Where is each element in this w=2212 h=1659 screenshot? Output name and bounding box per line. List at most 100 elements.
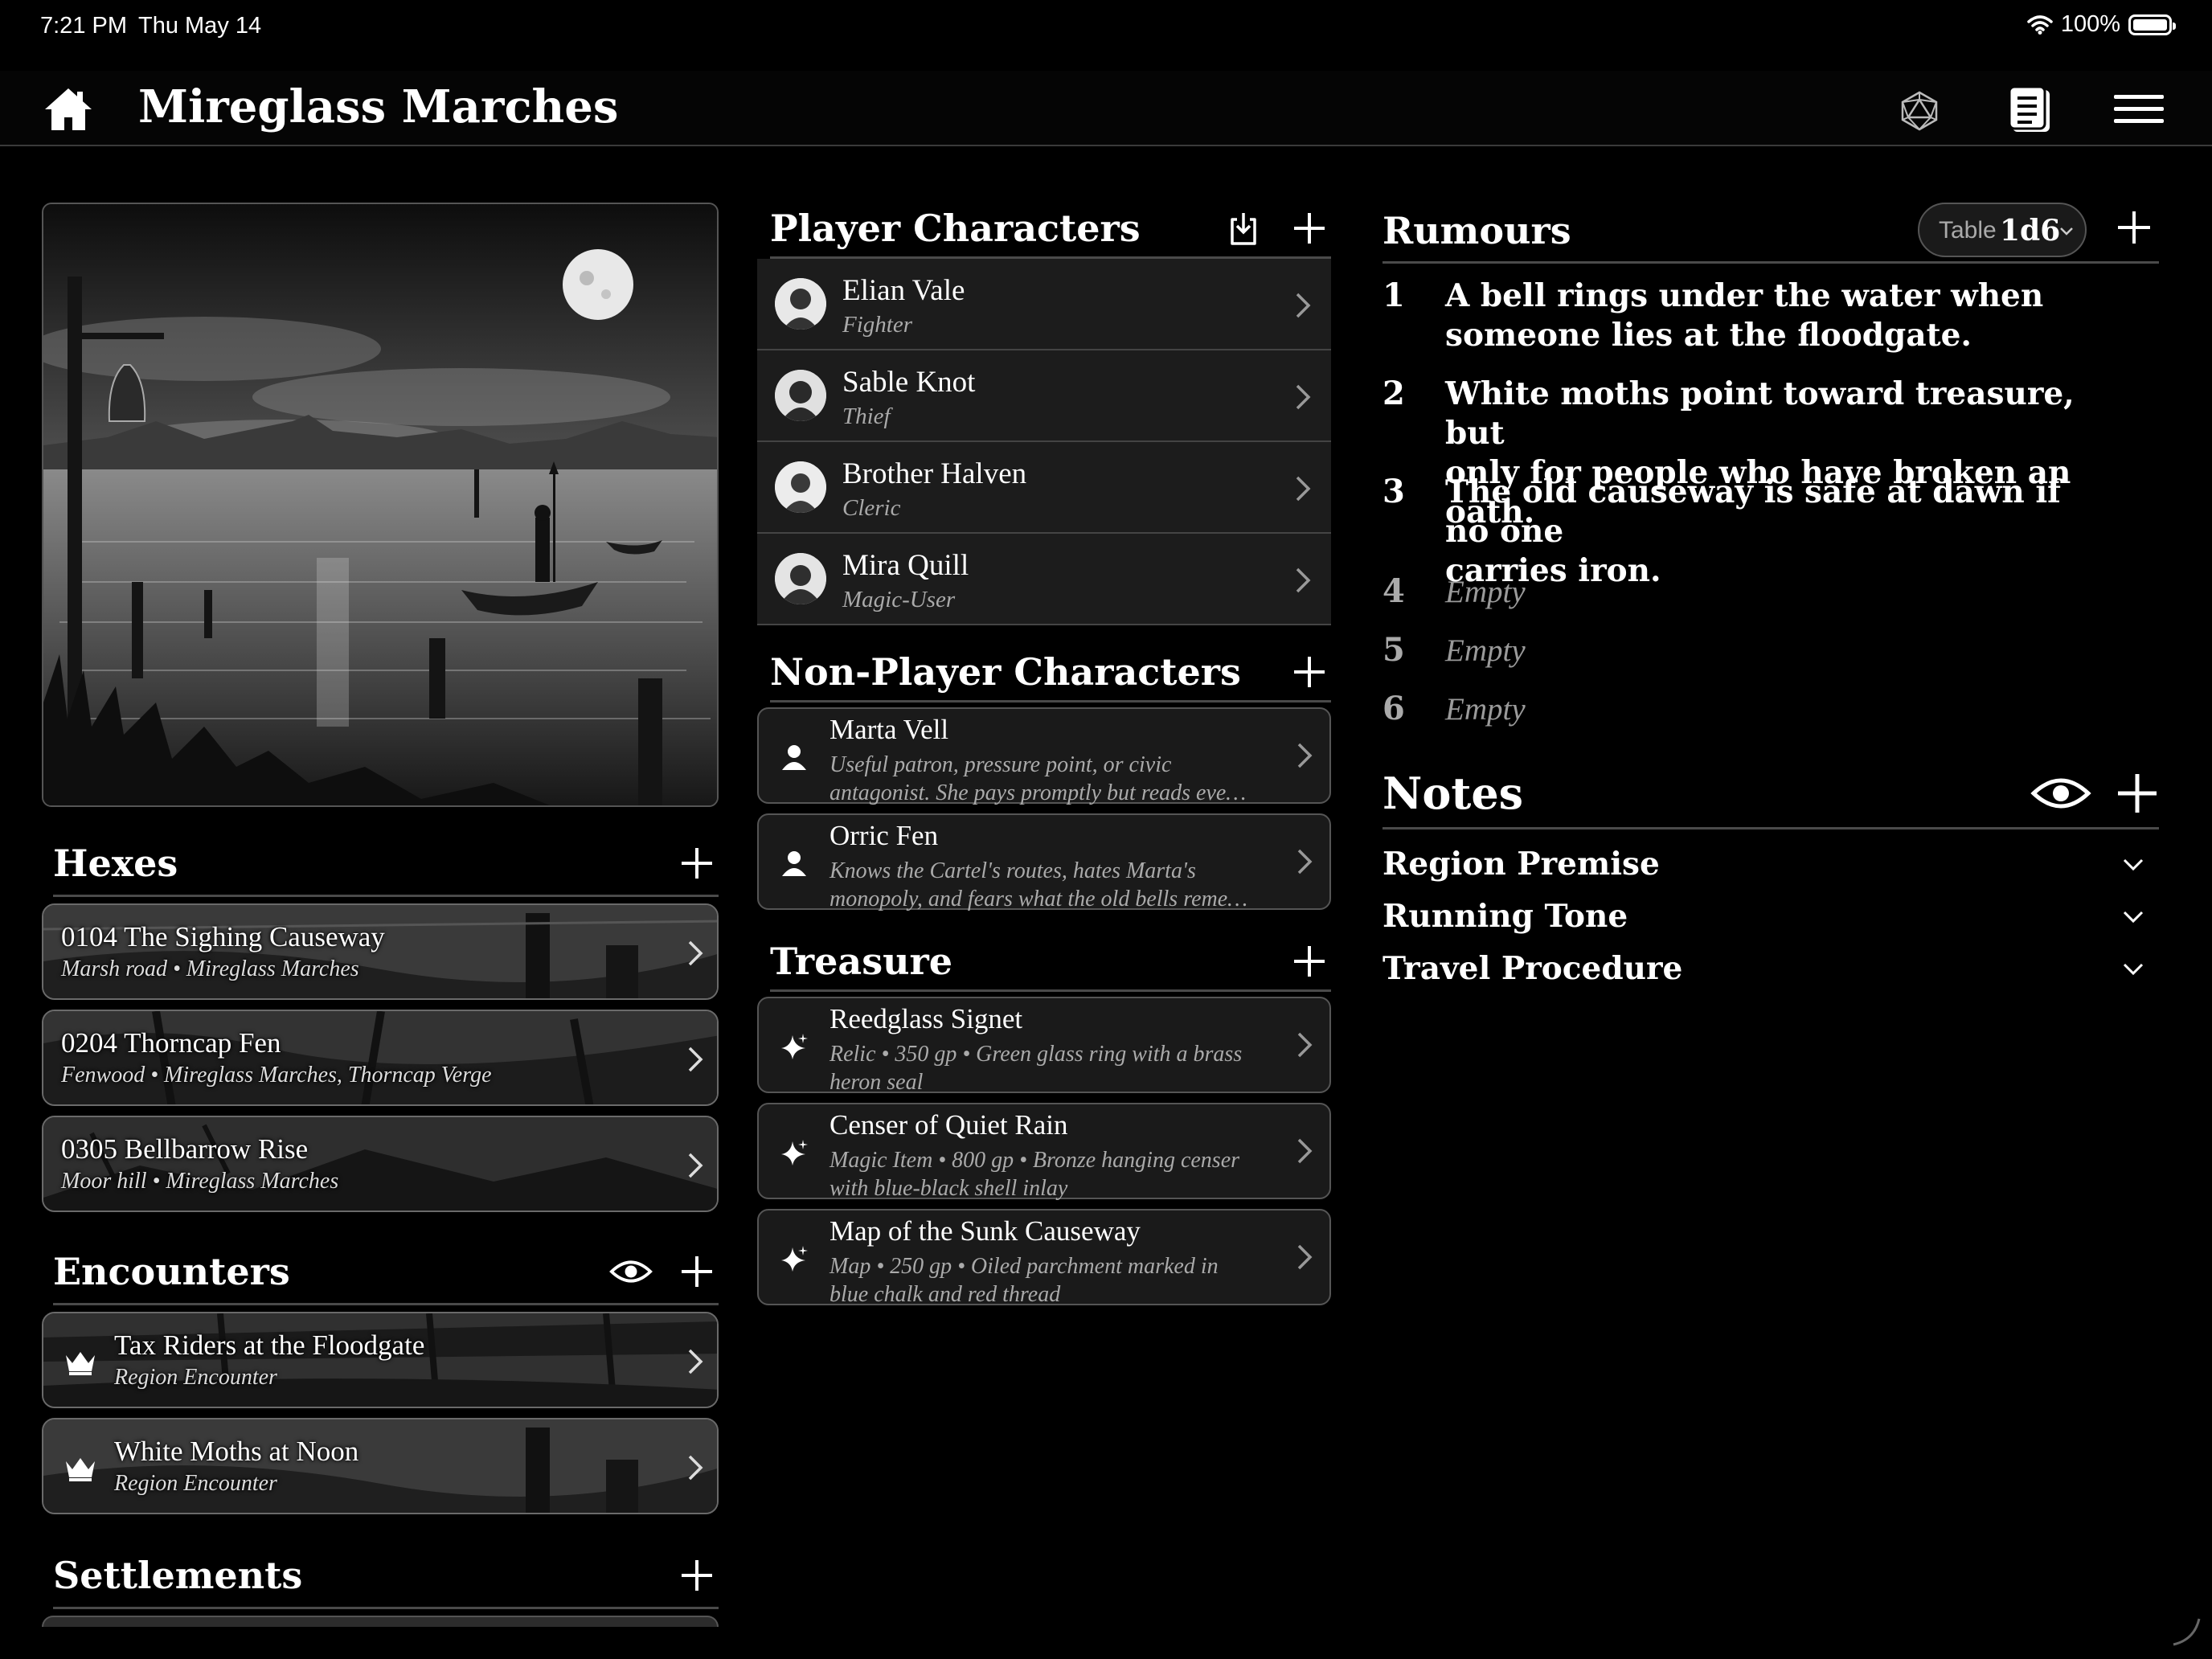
settlement-card-partial[interactable] xyxy=(42,1616,719,1627)
roll-table-select[interactable]: Table 1d6 xyxy=(1918,203,2087,257)
add-encounter-button[interactable] xyxy=(675,1250,719,1293)
journal-icon[interactable] xyxy=(2006,85,2054,135)
treasure-name: Censer of Quiet Rain xyxy=(830,1109,1068,1141)
rumour-row[interactable]: 5 Empty xyxy=(1382,631,2130,673)
npc-card[interactable]: Marta Vell Useful patron, pressure point… xyxy=(757,707,1331,805)
avatar xyxy=(775,278,826,330)
avatar xyxy=(775,370,826,421)
eye-icon xyxy=(2030,778,2091,808)
eye-icon xyxy=(609,1260,653,1282)
rumour-text: Empty xyxy=(1445,633,1526,668)
hex-card[interactable]: 0104 The Sighing Causeway Marsh road • M… xyxy=(42,903,719,1000)
chevron-right-icon xyxy=(1296,293,1311,318)
treasure-description: Relic • 350 gp • Green glass ring with a… xyxy=(830,1042,1243,1095)
settlements-header: Settlements xyxy=(53,1543,719,1609)
hex-name: 0305 Bellbarrow Rise xyxy=(61,1133,309,1165)
resize-handle-icon[interactable] xyxy=(2170,1616,2202,1648)
note-row[interactable]: Running Tone xyxy=(1382,898,2159,946)
treasure-card[interactable]: Reedglass Signet Relic • 350 gp • Green … xyxy=(757,997,1331,1095)
treasure-name: Map of the Sunk Causeway xyxy=(830,1215,1141,1247)
hex-card[interactable]: 0305 Bellbarrow Rise Moor hill • Miregla… xyxy=(42,1116,719,1212)
plus-icon xyxy=(682,1559,712,1591)
plus-icon xyxy=(1294,212,1325,244)
chevron-right-icon xyxy=(1297,849,1313,875)
rumour-number: 6 xyxy=(1382,690,1405,727)
treasure-name: Reedglass Signet xyxy=(830,1003,1023,1034)
battery-percent: 100% xyxy=(2060,11,2120,37)
pc-class: Magic-User xyxy=(842,587,956,612)
encounters-title: Encounters xyxy=(53,1249,290,1293)
status-date: Thu May 14 xyxy=(138,13,262,39)
pc-row[interactable]: Brother Halven Cleric xyxy=(757,442,1331,534)
pc-row[interactable]: Elian Vale Fighter xyxy=(757,259,1331,350)
npc-description: Useful patron, pressure point, or civic a… xyxy=(830,752,1247,805)
notes-title: Notes xyxy=(1382,767,1524,819)
d20-icon[interactable] xyxy=(1899,90,1940,132)
hex-card[interactable]: 0204 Thorncap Fen Fenwood • Mireglass Ma… xyxy=(42,1010,719,1106)
table-die: 1d6 xyxy=(2000,214,2061,248)
rumour-text: A bell rings under the water when someone… xyxy=(1445,277,2044,354)
pc-row[interactable]: Sable Knot Thief xyxy=(757,350,1331,442)
encounter-card[interactable]: White Moths at Noon Region Encounter xyxy=(42,1418,719,1514)
rumour-row[interactable]: 6 Empty xyxy=(1382,690,2130,731)
chevron-down-icon xyxy=(2123,858,2144,871)
treasure-card[interactable]: Map of the Sunk Causeway Map • 250 gp • … xyxy=(757,1209,1331,1307)
npc-card[interactable]: Orric Fen Knows the Cartel's routes, hat… xyxy=(757,813,1331,911)
add-hex-button[interactable] xyxy=(675,842,719,885)
pc-row[interactable]: Mira Quill Magic-User xyxy=(757,534,1331,625)
chevron-down-icon xyxy=(2123,963,2144,976)
pcs-header: Player Characters xyxy=(770,199,1331,259)
treasure-card[interactable]: Censer of Quiet Rain Magic Item • 800 gp… xyxy=(757,1103,1331,1201)
note-row[interactable]: Region Premise xyxy=(1382,846,2159,894)
hexes-title: Hexes xyxy=(53,841,178,885)
avatar xyxy=(775,553,826,604)
hex-subtitle: Marsh road • Mireglass Marches xyxy=(61,956,359,981)
chevron-down-icon xyxy=(2060,227,2073,236)
plus-icon xyxy=(1294,945,1325,977)
add-settlement-button[interactable] xyxy=(675,1554,719,1597)
treasure-title: Treasure xyxy=(770,939,953,983)
rumour-number: 4 xyxy=(1382,572,1405,610)
rumour-row[interactable]: 3 The old causeway is safe at dawn if no… xyxy=(1382,473,2130,589)
wifi-icon xyxy=(2027,14,2053,35)
toggle-notes-visibility-button[interactable] xyxy=(2029,772,2093,815)
sparkle-icon xyxy=(781,1034,808,1059)
encounter-card[interactable]: Tax Riders at the Floodgate Region Encou… xyxy=(42,1312,719,1408)
nav-bar: Mireglass Marches xyxy=(0,71,2212,146)
encounter-subtitle: Region Encounter xyxy=(114,1365,277,1390)
home-icon[interactable] xyxy=(42,85,95,133)
rumour-number: 5 xyxy=(1382,631,1405,669)
download-icon xyxy=(1231,212,1256,245)
hex-subtitle: Moor hill • Mireglass Marches xyxy=(61,1169,339,1194)
import-pc-button[interactable] xyxy=(1222,207,1265,250)
rumour-row[interactable]: 1 A bell rings under the water when someo… xyxy=(1382,276,2130,357)
menu-icon[interactable] xyxy=(2112,92,2165,127)
rumour-number: 3 xyxy=(1382,473,1405,510)
encounter-name: White Moths at Noon xyxy=(114,1436,359,1467)
npcs-title: Non-Player Characters xyxy=(770,649,1241,694)
chevron-right-icon xyxy=(688,1153,703,1178)
npc-name: Orric Fen xyxy=(830,820,939,851)
chevron-right-icon xyxy=(688,940,703,966)
plus-icon xyxy=(2118,211,2150,244)
rumour-row[interactable]: 4 Empty xyxy=(1382,572,2130,614)
sparkle-icon xyxy=(781,1140,808,1165)
person-icon xyxy=(782,745,806,770)
rumour-row[interactable]: 2 White moths point toward treasure, but… xyxy=(1382,375,2130,530)
add-rumour-button[interactable] xyxy=(2116,209,2159,252)
sparkle-icon xyxy=(781,1246,808,1272)
pc-name: Elian Vale xyxy=(842,274,965,307)
status-time: 7:21 PM xyxy=(40,13,127,39)
note-row[interactable]: Travel Procedure xyxy=(1382,950,2159,998)
rumour-text: Empty xyxy=(1445,575,1526,609)
add-treasure-button[interactable] xyxy=(1288,940,1331,983)
encounter-name: Tax Riders at the Floodgate xyxy=(114,1329,425,1361)
toggle-visibility-button[interactable] xyxy=(609,1250,653,1293)
treasure-header: Treasure xyxy=(770,932,1331,992)
add-npc-button[interactable] xyxy=(1288,650,1331,694)
add-note-button[interactable] xyxy=(2116,772,2159,815)
add-pc-button[interactable] xyxy=(1288,207,1331,250)
crown-icon xyxy=(66,1458,95,1481)
treasure-description: Map • 250 gp • Oiled parchment marked in… xyxy=(830,1254,1219,1307)
pc-name: Mira Quill xyxy=(842,549,969,582)
